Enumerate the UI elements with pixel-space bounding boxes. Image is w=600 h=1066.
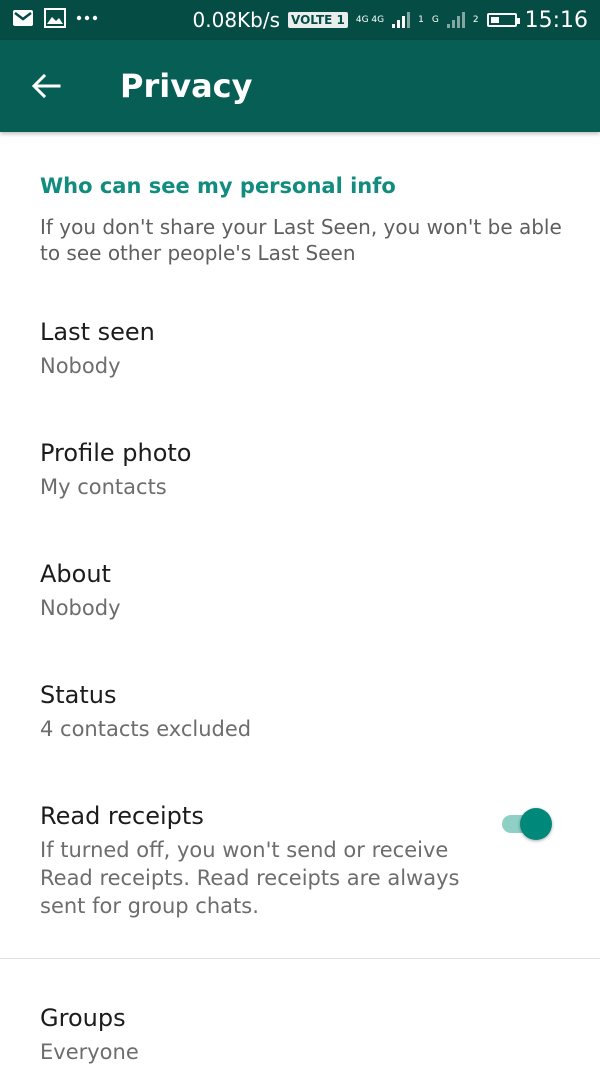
pref-profile-photo[interactable]: Profile photo My contacts xyxy=(0,437,600,527)
battery-icon xyxy=(486,13,520,27)
pref-value: Nobody xyxy=(40,596,121,620)
network-type-2: G xyxy=(431,14,439,25)
pref-title: Last seen xyxy=(40,318,155,346)
sim-2-label: 2 xyxy=(472,14,479,25)
network-speed: 0.08Kb/s xyxy=(192,8,281,32)
clock: 15:16 xyxy=(524,7,588,33)
gallery-icon xyxy=(44,8,66,28)
pref-value: Nobody xyxy=(40,354,121,378)
volte-badge: VOLTE 1 xyxy=(288,12,348,28)
pref-description: If turned off, you won't send or receive… xyxy=(40,838,460,918)
pref-title: Status xyxy=(40,681,117,709)
pref-read-receipts[interactable]: Read receipts If turned off, you won't s… xyxy=(0,800,600,940)
section-divider xyxy=(0,958,600,959)
pref-last-seen[interactable]: Last seen Nobody xyxy=(0,316,600,406)
toggle-thumb xyxy=(520,808,552,840)
more-dots-icon xyxy=(76,15,98,21)
pref-value: My contacts xyxy=(40,475,167,499)
pref-title: Read receipts xyxy=(40,802,204,830)
status-bar: 0.08Kb/s VOLTE 1 4G 4G 1 G 2 15:16 xyxy=(0,0,600,40)
read-receipts-toggle[interactable] xyxy=(498,806,554,840)
status-bar-notifications xyxy=(12,8,98,28)
section-description: If you don't share your Last Seen, you w… xyxy=(40,215,562,265)
pref-groups[interactable]: Groups Everyone xyxy=(0,1002,600,1066)
section-header: Who can see my personal info xyxy=(40,174,396,198)
pref-title: About xyxy=(40,560,111,588)
page-title: Privacy xyxy=(120,67,253,105)
pref-status[interactable]: Status 4 contacts excluded xyxy=(0,679,600,769)
sim-1-label: 1 xyxy=(418,14,424,25)
back-button[interactable] xyxy=(26,66,66,106)
gmail-icon xyxy=(13,10,33,26)
signal-icon xyxy=(392,12,411,28)
pref-title: Profile photo xyxy=(40,439,192,467)
status-bar-system: 0.08Kb/s VOLTE 1 4G 4G 1 G 2 15:16 xyxy=(193,6,588,34)
network-type-1: 4G 4G xyxy=(355,14,385,25)
app-bar: Privacy xyxy=(0,40,600,132)
pref-title: Groups xyxy=(40,1004,126,1032)
pref-value: Everyone xyxy=(40,1040,139,1064)
back-arrow-icon xyxy=(31,73,61,99)
pref-value: 4 contacts excluded xyxy=(40,717,252,741)
signal-2-icon xyxy=(446,12,465,28)
pref-about[interactable]: About Nobody xyxy=(0,558,600,648)
